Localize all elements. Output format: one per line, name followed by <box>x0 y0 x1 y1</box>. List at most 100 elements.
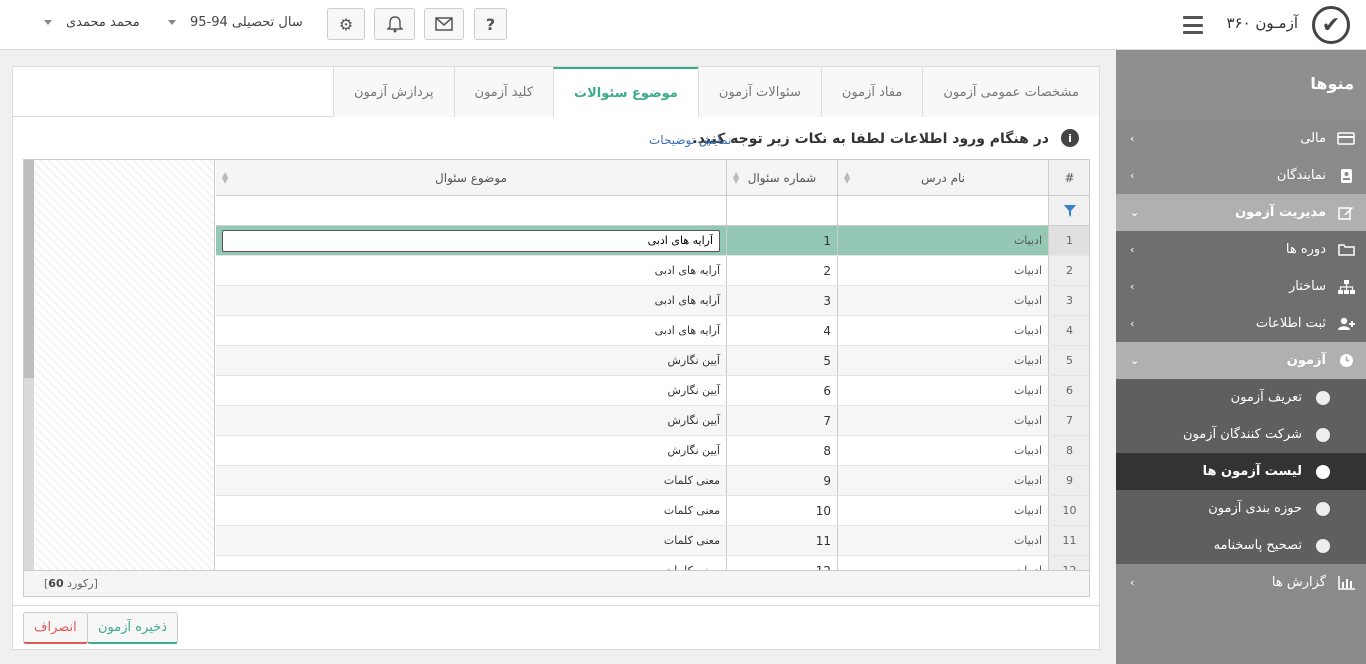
tab-exam-questions[interactable]: سئوالات آزمون <box>697 67 821 117</box>
cell-topic[interactable]: آرایه های ادبی <box>216 316 727 345</box>
show-description-link[interactable]: نمایش توضیحات <box>649 133 731 147</box>
cell-question-number[interactable]: 3 <box>727 286 838 315</box>
cell-question-number[interactable]: 1 <box>727 226 838 255</box>
column-header-course-name[interactable]: ▲ ▼ نام درس <box>838 160 1049 195</box>
cell-topic[interactable]: آرایه های ادبی <box>216 256 727 285</box>
cell-row-index: 4 <box>1049 316 1089 345</box>
tab-exam-terms[interactable]: مفاد آزمون <box>820 67 923 117</box>
grid-filter-row <box>216 196 1089 226</box>
cell-course-name[interactable]: ادبیات <box>838 496 1049 525</box>
sidebar-item-exam-management[interactable]: مدیریت آزمون ⌄ <box>1116 194 1366 231</box>
sidebar-item-label: ساختار <box>1288 279 1326 294</box>
cell-question-number[interactable]: 10 <box>727 496 838 525</box>
sidebar-item-label: شرکت کنندگان آزمون <box>1183 427 1302 442</box>
cell-question-number[interactable]: 5 <box>727 346 838 375</box>
academic-year-dropdown[interactable]: سال تحصیلی 94-95 <box>168 15 303 30</box>
table-row[interactable]: معنی کلمات 10 ادبیات 10 <box>216 496 1089 526</box>
cell-course-name[interactable]: ادبیات <box>838 466 1049 495</box>
user-menu-dropdown[interactable]: محمد محمدی <box>44 15 140 30</box>
chevron-left-icon: › <box>1130 169 1135 182</box>
filter-number-cell[interactable] <box>727 196 838 225</box>
filter-icon[interactable] <box>1049 196 1089 225</box>
sidebar-item-courses[interactable]: دوره ها › <box>1116 231 1366 268</box>
cell-question-number[interactable]: 4 <box>727 316 838 345</box>
cell-course-name[interactable]: ادبیات <box>838 526 1049 555</box>
tab-bar: مشخصات عمومی آزمون مفاد آزمون سئوالات آز… <box>13 67 1099 117</box>
cancel-button[interactable]: انصراف <box>23 612 88 644</box>
tab-general-info[interactable]: مشخصات عمومی آزمون <box>922 67 1099 117</box>
cell-topic[interactable]: آیین نگارش <box>216 436 727 465</box>
cell-topic[interactable] <box>216 226 727 255</box>
sidebar-item-exam-zoning[interactable]: حوزه بندی آزمون <box>1116 490 1366 527</box>
filter-course-cell[interactable] <box>838 196 1049 225</box>
grid-scrollbar[interactable] <box>24 160 34 570</box>
grid-footer: [60 رکورد] <box>24 570 1089 596</box>
cell-question-number[interactable]: 6 <box>727 376 838 405</box>
cell-course-name[interactable]: ادبیات <box>838 346 1049 375</box>
cell-course-name[interactable]: ادبیات <box>838 286 1049 315</box>
edit-icon <box>1336 205 1356 221</box>
cell-topic[interactable]: معنی کلمات <box>216 526 727 555</box>
help-button[interactable]: ? <box>474 8 507 40</box>
tab-exam-processing[interactable]: پردازش آزمون <box>332 67 454 117</box>
cell-row-index: 1 <box>1049 226 1089 255</box>
cell-topic[interactable]: آیین نگارش <box>216 346 727 375</box>
sidebar-item-reports[interactable]: گزارش ها › <box>1116 564 1366 601</box>
table-row[interactable]: آیین نگارش 6 ادبیات 6 <box>216 376 1089 406</box>
sidebar-item-data-entry[interactable]: ثبت اطلاعات › <box>1116 305 1366 342</box>
hamburger-menu-icon[interactable] <box>1183 16 1203 34</box>
cell-question-number[interactable]: 8 <box>727 436 838 465</box>
table-row[interactable]: آیین نگارش 8 ادبیات 8 <box>216 436 1089 466</box>
table-row[interactable]: آیین نگارش 7 ادبیات 7 <box>216 406 1089 436</box>
table-row[interactable]: آرایه های ادبی 2 ادبیات 2 <box>216 256 1089 286</box>
sidebar-item-answer-sheet-correction[interactable]: تصحیح پاسخنامه <box>1116 527 1366 564</box>
cell-course-name[interactable]: ادبیات <box>838 406 1049 435</box>
sidebar-item-finance[interactable]: مالی › <box>1116 120 1366 157</box>
scrollbar-thumb[interactable] <box>24 160 34 378</box>
cell-question-number[interactable]: 9 <box>727 466 838 495</box>
sidebar-item-label: گزارش ها <box>1271 575 1326 590</box>
table-row[interactable]: معنی کلمات 9 ادبیات 9 <box>216 466 1089 496</box>
messages-button[interactable] <box>424 8 464 40</box>
save-exam-button[interactable]: ذخیره آزمون <box>87 612 178 644</box>
cell-course-name[interactable]: ادبیات <box>838 256 1049 285</box>
sidebar-item-exam-list[interactable]: لیست آزمون ها <box>1116 453 1366 490</box>
action-bar: ذخیره آزمون انصراف <box>13 605 1099 649</box>
cell-course-name[interactable]: ادبیات <box>838 436 1049 465</box>
sitemap-icon <box>1336 279 1356 295</box>
cell-question-number[interactable]: 7 <box>727 406 838 435</box>
cell-course-name[interactable]: ادبیات <box>838 316 1049 345</box>
sidebar-item-define-exam[interactable]: تعریف آزمون <box>1116 379 1366 416</box>
topic-edit-input[interactable] <box>222 229 720 252</box>
sidebar-item-label: نمایندگان <box>1276 168 1326 183</box>
settings-button[interactable]: ⚙ <box>327 8 365 40</box>
sidebar-item-structure[interactable]: ساختار › <box>1116 268 1366 305</box>
table-row[interactable]: آرایه های ادبی 4 ادبیات 4 <box>216 316 1089 346</box>
cell-course-name[interactable]: ادبیات <box>838 226 1049 255</box>
notifications-button[interactable] <box>374 8 415 40</box>
column-header-topic[interactable]: ▲ ▼ موضوع سئوال <box>216 160 727 195</box>
filter-topic-cell[interactable] <box>216 196 727 225</box>
cell-row-index: 3 <box>1049 286 1089 315</box>
table-row[interactable]: معنی کلمات 11 ادبیات 11 <box>216 526 1089 556</box>
tab-answer-key[interactable]: کلید آزمون <box>453 67 554 117</box>
cell-course-name[interactable]: ادبیات <box>838 376 1049 405</box>
sidebar-item-representatives[interactable]: نمایندگان › <box>1116 157 1366 194</box>
cell-topic[interactable]: آرایه های ادبی <box>216 286 727 315</box>
cell-question-number[interactable]: 2 <box>727 256 838 285</box>
tab-question-topics[interactable]: موضوع سئوالات <box>553 67 698 117</box>
table-row[interactable]: آرایه های ادبی 3 ادبیات 3 <box>216 286 1089 316</box>
cell-topic[interactable]: معنی کلمات <box>216 466 727 495</box>
table-row[interactable]: آیین نگارش 5 ادبیات 5 <box>216 346 1089 376</box>
sidebar-item-exam-participants[interactable]: شرکت کنندگان آزمون <box>1116 416 1366 453</box>
cell-topic[interactable]: معنی کلمات <box>216 496 727 525</box>
table-row[interactable]: 1ادبیات1 <box>216 226 1089 256</box>
cell-topic[interactable]: آیین نگارش <box>216 406 727 435</box>
column-header-question-number[interactable]: ▲ ▼ شماره سئوال <box>727 160 838 195</box>
cell-row-index: 2 <box>1049 256 1089 285</box>
cell-topic[interactable]: آیین نگارش <box>216 376 727 405</box>
sidebar-item-exam[interactable]: آزمون ⌄ <box>1116 342 1366 379</box>
cell-question-number[interactable]: 11 <box>727 526 838 555</box>
folder-icon <box>1336 242 1356 258</box>
sidebar-item-label: ثبت اطلاعات <box>1255 316 1326 331</box>
